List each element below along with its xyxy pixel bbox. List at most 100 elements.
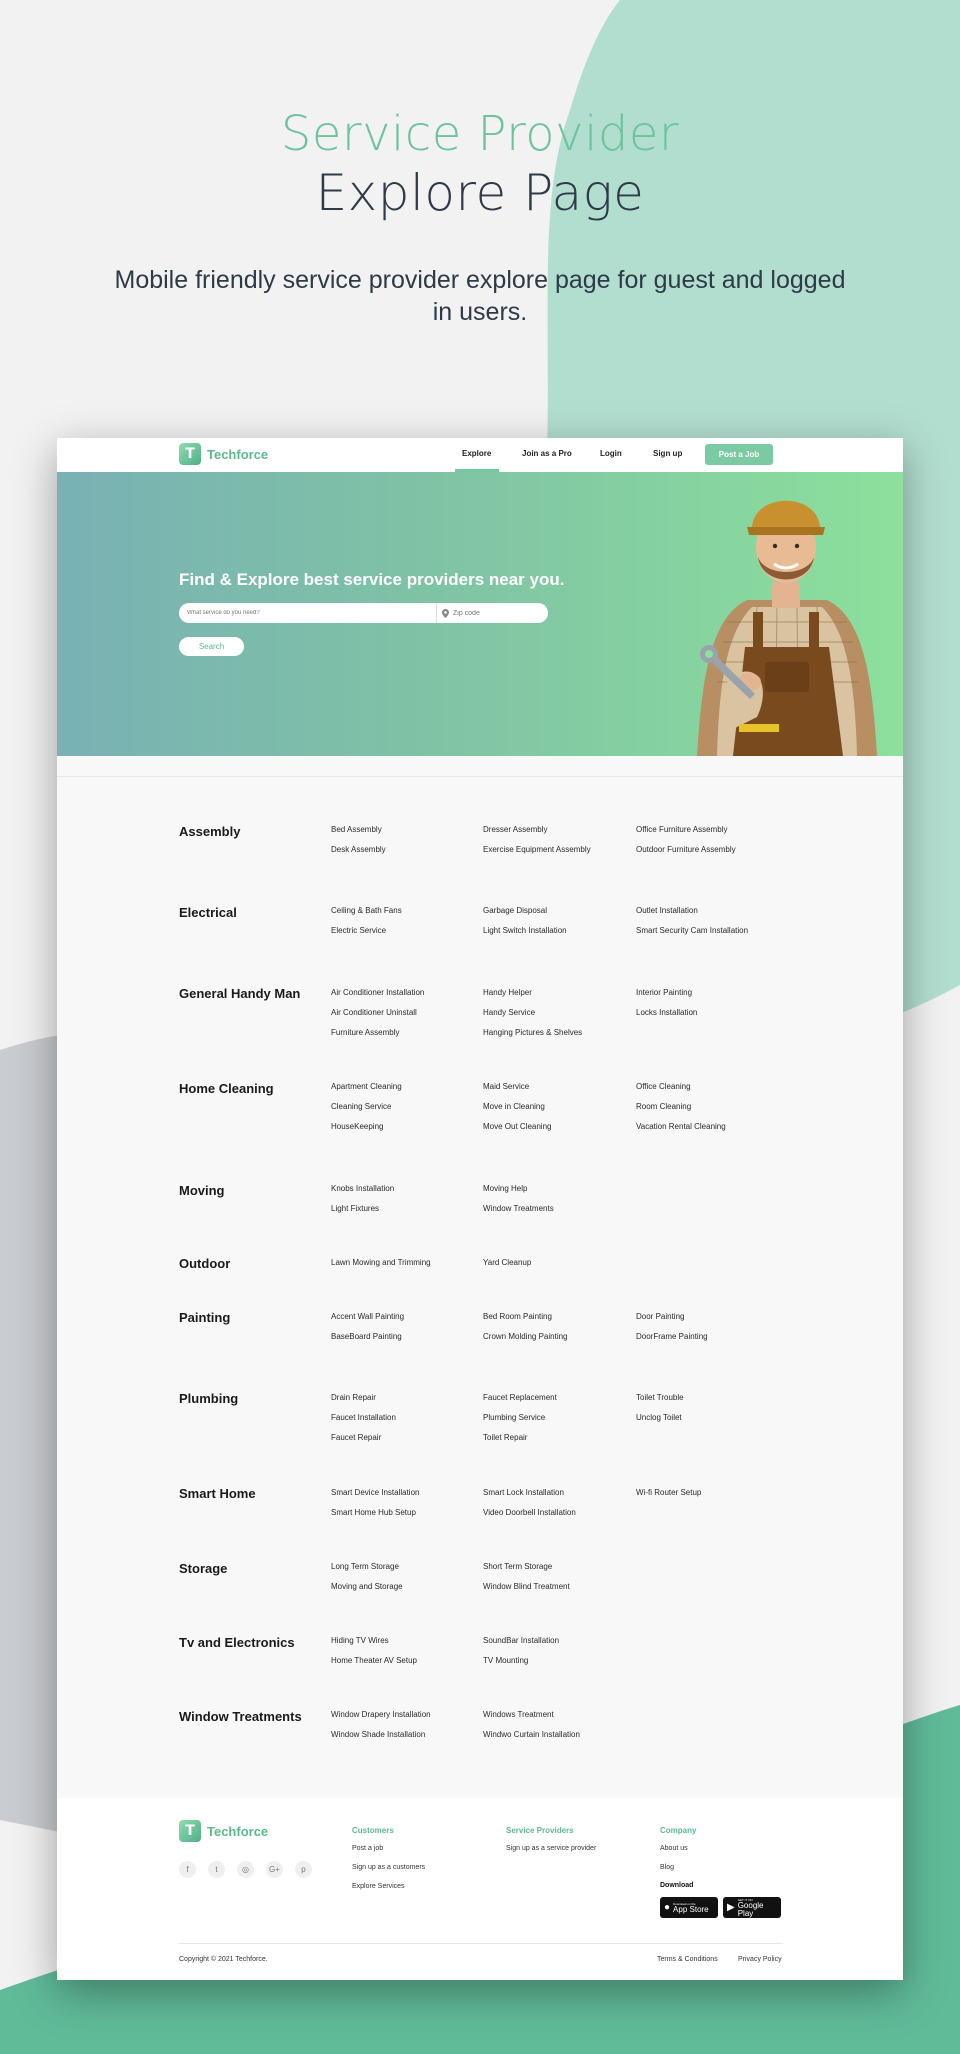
service-link[interactable]: Smart Lock Installation <box>483 1488 564 1497</box>
service-link[interactable]: Garbage Disposal <box>483 906 547 915</box>
footer-link[interactable]: Sign up as a service provider <box>506 1845 596 1852</box>
service-link[interactable]: Moving Help <box>483 1184 527 1193</box>
service-link[interactable]: Window Shade Installation <box>331 1730 425 1739</box>
app-store-badge[interactable]: ● Download on the App Store <box>660 1897 718 1918</box>
google-play-badge[interactable]: ▶ GET IT ON Google Play <box>723 1897 781 1918</box>
footer-link[interactable]: Sign up as a customers <box>352 1864 425 1871</box>
service-link[interactable]: Smart Home Hub Setup <box>331 1508 416 1517</box>
service-link[interactable]: Furniture Assembly <box>331 1028 399 1037</box>
service-link[interactable]: Yard Cleanup <box>483 1258 531 1267</box>
service-link[interactable]: Video Doorbell Installation <box>483 1508 576 1517</box>
service-link[interactable]: Ceiling & Bath Fans <box>331 906 402 915</box>
footer-brand-logo[interactable]: T Techforce <box>179 1820 268 1842</box>
service-search-input[interactable] <box>179 603 436 623</box>
service-link[interactable]: Apartment Cleaning <box>331 1082 402 1091</box>
service-link[interactable]: Plumbing Service <box>483 1413 545 1422</box>
service-link[interactable]: HouseKeeping <box>331 1122 383 1131</box>
service-link[interactable]: Move in Cleaning <box>483 1102 545 1111</box>
service-link[interactable]: TV Mounting <box>483 1656 528 1665</box>
service-link[interactable]: SoundBar Installation <box>483 1636 559 1645</box>
service-link[interactable]: Locks Installation <box>636 1008 697 1017</box>
service-link[interactable]: Short Term Storage <box>483 1562 552 1571</box>
service-link[interactable]: Hanging Pictures & Shelves <box>483 1028 582 1037</box>
service-link[interactable]: Toilet Trouble <box>636 1393 684 1402</box>
nav-link-explore[interactable]: Explore <box>462 449 491 458</box>
service-link[interactable]: Dresser Assembly <box>483 825 547 834</box>
post-job-button[interactable]: Post a Job <box>705 444 773 465</box>
footer-link[interactable]: Blog <box>660 1864 674 1871</box>
service-link[interactable]: Window Blind Treatment <box>483 1582 570 1591</box>
service-link[interactable]: Move Out Cleaning <box>483 1122 551 1131</box>
service-link[interactable]: Bed Assembly <box>331 825 382 834</box>
service-link[interactable]: Smart Security Cam Installation <box>636 926 748 935</box>
service-link[interactable]: Toilet Repair <box>483 1433 527 1442</box>
service-link[interactable]: Air Conditioner Installation <box>331 988 424 997</box>
service-link[interactable]: Door Painting <box>636 1312 684 1321</box>
service-link[interactable]: Window Drapery Installation <box>331 1710 431 1719</box>
service-link[interactable]: Air Conditioner Uninstall <box>331 1008 417 1017</box>
service-link[interactable]: Unclog Toilet <box>636 1413 682 1422</box>
zip-code-input[interactable] <box>453 609 543 617</box>
service-link[interactable]: Wi-fi Router Setup <box>636 1488 701 1497</box>
service-link[interactable]: Hiding TV Wires <box>331 1636 389 1645</box>
service-link[interactable]: Long Term Storage <box>331 1562 399 1571</box>
service-link[interactable]: Light Switch Installation <box>483 926 567 935</box>
service-link[interactable]: Lawn Mowing and Trimming <box>331 1258 431 1267</box>
service-link[interactable]: Smart Device Installation <box>331 1488 419 1497</box>
service-link[interactable]: Moving and Storage <box>331 1582 403 1591</box>
privacy-link[interactable]: Privacy Policy <box>738 1956 782 1963</box>
service-link[interactable]: Outlet Installation <box>636 906 698 915</box>
service-link[interactable]: Faucet Installation <box>331 1413 396 1422</box>
service-link[interactable]: Room Cleaning <box>636 1102 691 1111</box>
nav-link-signup[interactable]: Sign up <box>653 449 682 458</box>
service-link[interactable]: Knobs Installation <box>331 1184 394 1193</box>
footer-link[interactable]: Post a job <box>352 1845 383 1852</box>
service-link[interactable]: Office Cleaning <box>636 1082 691 1091</box>
service-link[interactable]: Desk Assembly <box>331 845 386 854</box>
service-link[interactable]: Electric Service <box>331 926 386 935</box>
service-link[interactable]: Windows Treatment <box>483 1710 554 1719</box>
nav-link-join-pro[interactable]: Join as a Pro <box>522 449 572 458</box>
google-plus-icon[interactable]: G+ <box>266 1861 283 1878</box>
hero-banner: Find & Explore best service providers ne… <box>57 472 903 756</box>
service-link[interactable]: Window Treatments <box>483 1204 554 1213</box>
footer-link[interactable]: Explore Services <box>352 1883 405 1890</box>
pinterest-icon[interactable]: p <box>295 1861 312 1878</box>
service-link[interactable]: Faucet Repair <box>331 1433 381 1442</box>
service-link[interactable]: Drain Repair <box>331 1393 376 1402</box>
service-link[interactable]: Accent Wall Painting <box>331 1312 404 1321</box>
techforce-logo-icon: T <box>179 1820 201 1842</box>
brand-logo[interactable]: T Techforce <box>179 443 268 465</box>
service-link[interactable]: Outdoor Furniture Assembly <box>636 845 736 854</box>
service-link[interactable]: Interior Painting <box>636 988 692 997</box>
banner-heading: Find & Explore best service providers ne… <box>179 570 565 589</box>
service-link[interactable]: Faucet Replacement <box>483 1393 557 1402</box>
facebook-icon[interactable]: f <box>179 1861 196 1878</box>
service-link[interactable]: Handy Service <box>483 1008 535 1017</box>
service-link[interactable]: BaseBoard Painting <box>331 1332 402 1341</box>
service-link[interactable]: Light Fixtures <box>331 1204 379 1213</box>
brand-name: Techforce <box>207 446 269 462</box>
service-link[interactable]: DoorFrame Painting <box>636 1332 708 1341</box>
footer-col-title-company: Company <box>660 1826 697 1835</box>
search-button[interactable]: Search <box>179 637 244 656</box>
service-link[interactable]: Bed Room Painting <box>483 1312 552 1321</box>
service-link[interactable]: Home Theater AV Setup <box>331 1656 417 1665</box>
service-link[interactable]: Crown Molding Painting <box>483 1332 568 1341</box>
footer-link[interactable]: About us <box>660 1845 688 1852</box>
instagram-icon[interactable]: ◎ <box>237 1861 254 1878</box>
twitter-icon[interactable]: t <box>208 1861 225 1878</box>
service-link[interactable]: Vacation Rental Cleaning <box>636 1122 726 1131</box>
apple-icon: ● <box>664 1902 671 1913</box>
service-link[interactable]: Windwo Curtain Installation <box>483 1730 580 1739</box>
service-link[interactable]: Exercise Equipment Assembly <box>483 845 591 854</box>
category-title: General Handy Man <box>179 986 301 1001</box>
service-link[interactable]: Maid Service <box>483 1082 529 1091</box>
service-link[interactable]: Office Furniture Assembly <box>636 825 727 834</box>
nav-link-login[interactable]: Login <box>600 449 622 458</box>
service-link[interactable]: Cleaning Service <box>331 1102 391 1111</box>
category-title: Window Treatments <box>179 1709 302 1724</box>
service-link[interactable]: Handy Helper <box>483 988 532 997</box>
category-title: Assembly <box>179 824 241 839</box>
terms-link[interactable]: Terms & Conditions <box>657 1956 718 1963</box>
